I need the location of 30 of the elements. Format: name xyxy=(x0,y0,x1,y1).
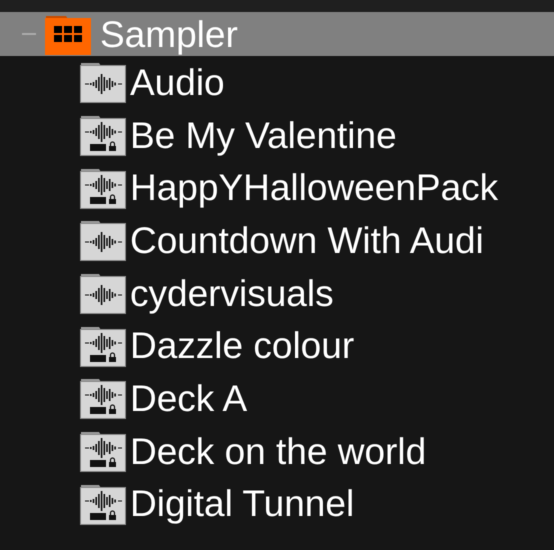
folder-label: cydervisuals xyxy=(130,274,334,312)
folder-label: Audio xyxy=(130,64,225,101)
folder-label: Dazzle colour xyxy=(130,327,354,364)
tree-item[interactable]: Be My Valentine xyxy=(0,108,554,162)
folder-label: Countdown With Audi xyxy=(130,222,484,259)
zipped-audio-folder-icon xyxy=(80,377,126,420)
audio-folder-icon xyxy=(80,272,126,314)
zipped-audio-folder-icon xyxy=(80,114,126,156)
folder-label: Deck on the world xyxy=(130,432,426,470)
folder-label: HappYHalloweenPack xyxy=(130,169,498,206)
folder-label: Digital Tunnel xyxy=(130,485,354,522)
zipped-audio-folder-icon xyxy=(80,430,126,472)
zipped-audio-folder-icon xyxy=(80,166,126,209)
tree-item[interactable]: cydervisuals xyxy=(0,266,554,320)
tree-item[interactable]: Deck A xyxy=(0,372,554,425)
tree-item[interactable]: Audio xyxy=(0,56,554,109)
tree-item[interactable]: Digital Tunnel xyxy=(0,478,554,530)
tree-item[interactable]: Countdown With Audi xyxy=(0,214,554,267)
zipped-audio-folder-icon xyxy=(80,482,126,525)
folder-label: Be My Valentine xyxy=(130,116,397,154)
audio-folder-icon xyxy=(80,61,126,104)
zipped-audio-folder-icon xyxy=(80,324,126,367)
tree-item[interactable]: Sampler xyxy=(0,12,554,56)
folder-label: Sampler xyxy=(100,16,238,52)
grid-folder-icon xyxy=(45,13,91,55)
tree-item[interactable]: Dazzle colour xyxy=(0,319,554,372)
tree-item[interactable]: Deck on the world xyxy=(0,424,554,478)
tree-item[interactable]: HappYHalloweenPack xyxy=(0,161,554,214)
folder-label: Deck A xyxy=(130,380,248,417)
audio-folder-icon xyxy=(80,219,126,262)
